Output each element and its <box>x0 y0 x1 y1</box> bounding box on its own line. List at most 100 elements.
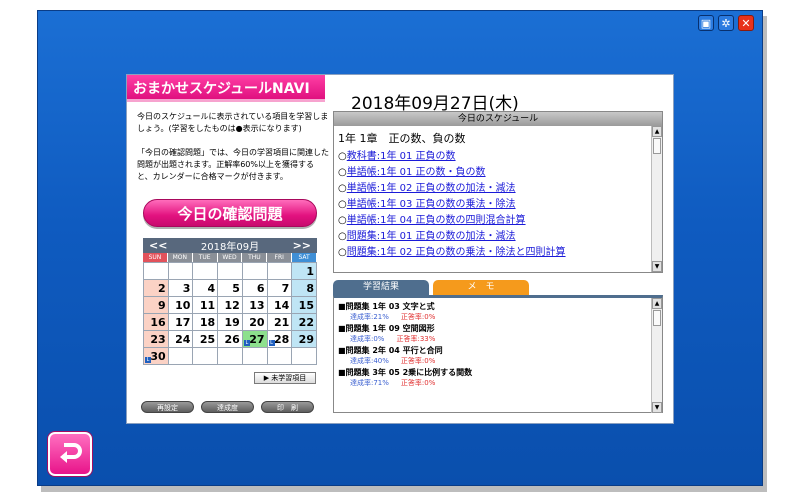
calendar-day-29[interactable]: 29 <box>292 331 317 348</box>
calendar-prev-button[interactable]: << <box>149 239 167 252</box>
gear-icon[interactable]: ✲ <box>718 15 734 31</box>
schedule-scrollbar[interactable]: ▲ ▼ <box>651 126 662 272</box>
result-title: ■問題集 3年 05 2乗に比例する関数 <box>338 368 473 377</box>
scroll-thumb[interactable] <box>653 310 661 326</box>
achievement-rate: 達成率:21% <box>350 313 389 321</box>
reset-button[interactable]: 再設定 <box>141 401 194 413</box>
calendar-day-7[interactable]: 7 <box>267 280 293 297</box>
calendar-day-empty <box>168 263 194 280</box>
schedule-item[interactable]: ○問題集:1年 02 正負の数の乗法・除法と四則計算 <box>338 245 652 261</box>
status-circle-icon: ○ <box>338 183 347 194</box>
calendar-day-21[interactable]: 21 <box>267 314 293 331</box>
results-scrollbar[interactable]: ▲ ▼ <box>651 298 662 413</box>
schedule-item[interactable]: ○単語帳:1年 02 正負の数の加法・減法 <box>338 181 652 197</box>
achievement-rate: 達成率:71% <box>350 379 389 387</box>
calendar-day-empty <box>218 348 243 365</box>
result-stats: 達成率:21% 正答率:0% <box>338 312 652 323</box>
scroll-up-icon[interactable]: ▲ <box>652 298 662 309</box>
result-stats: 達成率:71% 正答率:0% <box>338 378 652 389</box>
calendar-day-15[interactable]: 15 <box>292 297 317 314</box>
schedule-item-link[interactable]: 問題集:1年 01 正負の数の加法・減法 <box>347 231 516 242</box>
calendar-header: << 2018年09月 >> <box>143 238 317 253</box>
result-stats: 達成率:40% 正答率:0% <box>338 356 652 367</box>
results-list: ■問題集 1年 03 文字と式 達成率:21% 正答率:0% ■問題集 1年 09 空… <box>334 298 652 410</box>
calendar-day-5[interactable]: 5 <box>218 280 243 297</box>
description-paragraph-1: 今日のスケジュールに表示されている項目を学習しましょう。(学習をしたものは●表示… <box>137 112 329 133</box>
calendar-day-11[interactable]: 11 <box>193 297 219 314</box>
print-button[interactable]: 印 刷 <box>261 401 314 413</box>
schedule-item-link[interactable]: 問題集:1年 02 正負の数の乗法・除法と四則計算 <box>347 247 566 258</box>
weekday-fri: FRI <box>267 253 293 262</box>
calendar-day-22[interactable]: 22 <box>292 314 317 331</box>
calendar-day-14[interactable]: 14 <box>267 297 293 314</box>
calendar-day-25[interactable]: 25 <box>193 331 219 348</box>
calendar-day-18[interactable]: 18 <box>193 314 219 331</box>
description: 今日のスケジュールに表示されている項目を学習しましょう。(学習をしたものは●表示… <box>137 111 329 195</box>
calendar-day-24[interactable]: 24 <box>168 331 194 348</box>
main-panel: おまかせスケジュールNAVI 今日のスケジュールに表示されている項目を学習しまし… <box>126 74 674 424</box>
schedule-item-link[interactable]: 単語帳:1年 04 正負の数の四則混合計算 <box>347 215 526 226</box>
calendar-day-4[interactable]: 4 <box>193 280 219 297</box>
status-circle-icon: ○ <box>338 247 347 258</box>
scroll-up-icon[interactable]: ▲ <box>652 126 662 137</box>
scroll-down-icon[interactable]: ▼ <box>652 261 662 272</box>
calendar-next-button[interactable]: >> <box>293 239 311 252</box>
todays-quiz-button[interactable]: 今日の確認問題 <box>143 199 317 227</box>
result-title: ■問題集 2年 04 平行と合同 <box>338 346 443 355</box>
calendar-day-1[interactable]: 1 <box>292 263 317 280</box>
close-icon[interactable]: ✕ <box>738 15 754 31</box>
calendar-day-19[interactable]: 19 <box>218 314 243 331</box>
schedule-header: 今日のスケジュール <box>334 112 662 126</box>
status-circle-icon: ○ <box>338 231 347 242</box>
schedule-item[interactable]: ○単語帳:1年 03 正負の数の乗法・除法 <box>338 197 652 213</box>
calendar-day-empty <box>267 348 293 365</box>
calendar-day-10[interactable]: 10 <box>168 297 194 314</box>
cube-icon[interactable]: ▣ <box>698 15 714 31</box>
weekday-thu: THU <box>242 253 268 262</box>
calendar-day-20[interactable]: 20 <box>242 314 268 331</box>
schedule-item[interactable]: ○教科書:1年 01 正負の数 <box>338 149 652 165</box>
status-circle-icon: ○ <box>338 167 347 178</box>
calendar-day-empty <box>218 263 243 280</box>
schedule-item-link[interactable]: 単語帳:1年 02 正負の数の加法・減法 <box>347 183 516 194</box>
bottom-buttons: 再設定 達成度 印 刷 <box>141 401 314 413</box>
calendar-day-17[interactable]: 17 <box>168 314 194 331</box>
result-stats: 達成率:0% 正答率:33% <box>338 334 652 345</box>
weekday-wed: WED <box>217 253 243 262</box>
calendar-day-6[interactable]: 6 <box>242 280 268 297</box>
schedule-item[interactable]: ○単語帳:1年 04 正負の数の四則混合計算 <box>338 213 652 229</box>
calendar-day-3[interactable]: 3 <box>168 280 194 297</box>
calendar-day-9[interactable]: 9 <box>144 297 169 314</box>
unlearned-items-button[interactable]: ▶ 未学習項目 <box>254 372 316 384</box>
schedule-item-link[interactable]: 単語帳:1年 03 正負の数の乗法・除法 <box>347 199 516 210</box>
scroll-down-icon[interactable]: ▼ <box>652 402 662 413</box>
calendar-day-empty <box>168 348 194 365</box>
calendar-day-28[interactable]: 28 <box>267 331 293 348</box>
schedule-chapter: 1年 1章 正の数、負の数 <box>338 132 466 145</box>
schedule-item[interactable]: ○単語帳:1年 01 正の数・負の数 <box>338 165 652 181</box>
calendar-day-8[interactable]: 8 <box>292 280 317 297</box>
calendar-day-13[interactable]: 13 <box>242 297 268 314</box>
achievement-button[interactable]: 達成度 <box>201 401 254 413</box>
schedule-item-link[interactable]: 教科書:1年 01 正負の数 <box>347 151 456 162</box>
status-circle-icon: ○ <box>338 151 347 162</box>
scroll-thumb[interactable] <box>653 138 661 154</box>
calendar-day-27[interactable]: 27 <box>242 331 268 348</box>
calendar-day-2[interactable]: 2 <box>144 280 169 297</box>
schedule-item[interactable]: ○問題集:1年 01 正負の数の加法・減法 <box>338 229 652 245</box>
calendar-day-16[interactable]: 16 <box>144 314 169 331</box>
tab-memo[interactable]: メ モ <box>433 280 529 295</box>
schedule-item-link[interactable]: 単語帳:1年 01 正の数・負の数 <box>347 167 486 178</box>
tab-results[interactable]: 学習結果 <box>333 280 429 295</box>
correct-rate: 正答率:0% <box>400 379 436 387</box>
correct-rate: 正答率:0% <box>400 357 436 365</box>
calendar-day-30[interactable]: 30 <box>144 348 169 365</box>
calendar-day-empty <box>242 263 268 280</box>
weekday-tue: TUE <box>192 253 218 262</box>
calendar-day-26[interactable]: 26 <box>218 331 243 348</box>
calendar-grid: 1 2 3 4 5 6 7 8 9 10 11 12 13 14 15 16 17 18 19 20 21 22 23 24 2… <box>143 262 317 365</box>
calendar-weekdays: SUN MON TUE WED THU FRI SAT <box>143 253 317 262</box>
back-button[interactable] <box>48 432 92 476</box>
calendar-day-23[interactable]: 23 <box>144 331 169 348</box>
calendar-day-12[interactable]: 12 <box>218 297 243 314</box>
